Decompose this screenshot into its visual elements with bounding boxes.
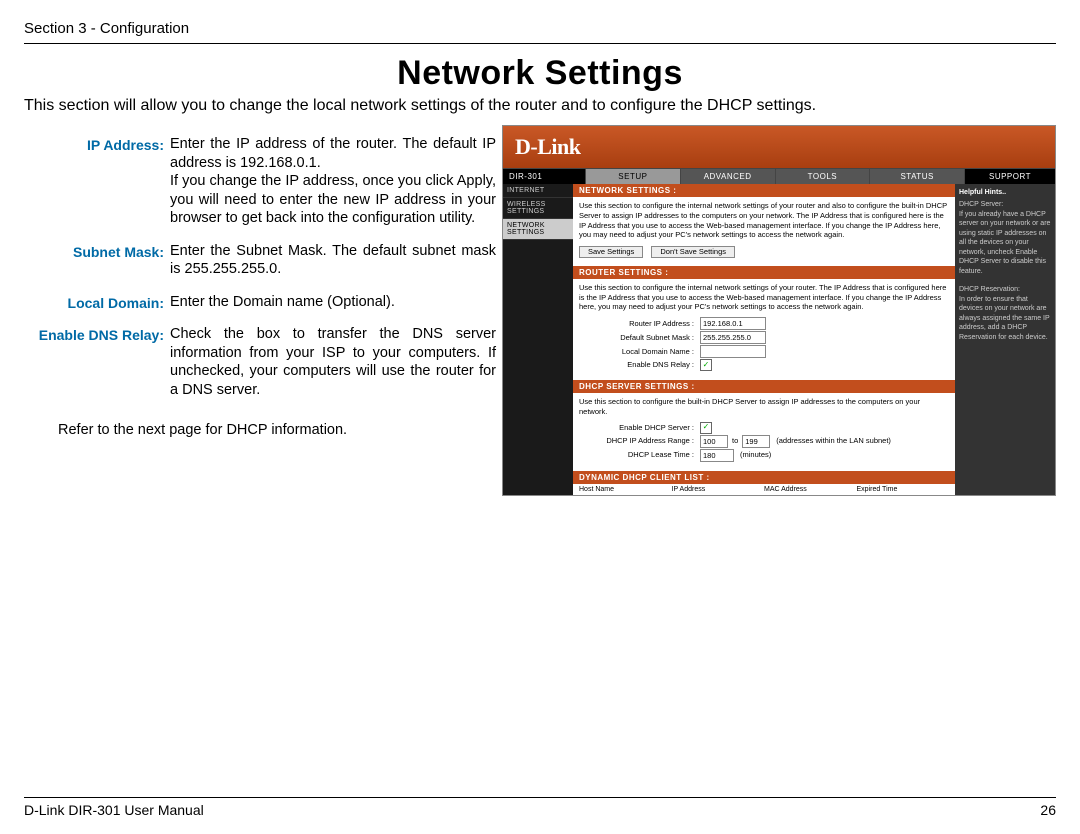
col-mac: MAC Address [764, 486, 857, 493]
range-label: DHCP IP Address Range : [579, 436, 700, 446]
tab-status[interactable]: STATUS [870, 169, 965, 184]
def-text: Enter the Subnet Mask. The default subne… [170, 242, 496, 279]
domain-label: Local Domain Name : [579, 347, 700, 357]
def-text: Enter the IP address of the router. The … [170, 135, 496, 228]
col-host: Host Name [579, 486, 672, 493]
page-title: Network Settings [0, 54, 1080, 93]
footer-left: D-Link DIR-301 User Manual [24, 802, 204, 818]
def-label: Enable DNS Relay: [34, 325, 164, 399]
hints-title: Helpful Hints.. [959, 189, 1006, 196]
router-sidebar: INTERNET WIRELESS SETTINGS NETWORK SETTI… [503, 184, 573, 495]
col-expired: Expired Time [857, 486, 950, 493]
sidebar-item-wireless[interactable]: WIRELESS SETTINGS [503, 198, 573, 219]
definitions-column: IP Address: Enter the IP address of the … [24, 125, 496, 496]
footer-rule [24, 797, 1056, 798]
router-screenshot: D-Link DIR-301 SETUP ADVANCED TOOLS STAT… [502, 125, 1056, 496]
header-rule [24, 43, 1056, 44]
mask-input[interactable]: 255.255.255.0 [700, 331, 766, 344]
section-head: ROUTER SETTINGS : [573, 266, 955, 279]
hints-body: DHCP Server: If you already have a DHCP … [959, 200, 1051, 342]
section-desc: Use this section to configure the intern… [579, 201, 949, 240]
def-label: Subnet Mask: [34, 242, 164, 279]
save-button[interactable]: Save Settings [579, 246, 643, 258]
range-note: (addresses within the LAN subnet) [770, 436, 891, 446]
refer-text: Refer to the next page for DHCP informat… [58, 422, 496, 438]
to-word: to [728, 436, 742, 446]
tab-setup[interactable]: SETUP [586, 169, 681, 184]
section-head: NETWORK SETTINGS : [573, 184, 955, 197]
section-desc: Use this section to configure the intern… [579, 283, 949, 312]
domain-input[interactable] [700, 345, 766, 358]
sidebar-item-internet[interactable]: INTERNET [503, 184, 573, 198]
def-label: Local Domain: [34, 293, 164, 312]
def-label: IP Address: [34, 135, 164, 228]
section-header: Section 3 - Configuration [0, 0, 1080, 41]
model-label: DIR-301 [503, 169, 586, 184]
range-from-input[interactable]: 100 [700, 435, 728, 448]
helpful-hints: Helpful Hints.. DHCP Server: If you alre… [955, 184, 1055, 495]
tab-advanced[interactable]: ADVANCED [681, 169, 776, 184]
router-main: NETWORK SETTINGS : Use this section to c… [573, 184, 955, 495]
tab-tools[interactable]: TOOLS [776, 169, 871, 184]
intro-text: This section will allow you to change th… [24, 97, 1056, 115]
client-list-header: Host Name IP Address MAC Address Expired… [573, 484, 955, 495]
dnsrelay-label: Enable DNS Relay : [579, 360, 700, 370]
router-tabs: DIR-301 SETUP ADVANCED TOOLS STATUS SUPP… [503, 168, 1055, 184]
dhcp-enable-checkbox[interactable]: ✓ [700, 422, 712, 434]
dhcp-enable-label: Enable DHCP Server : [579, 423, 700, 433]
ip-label: Router IP Address : [579, 319, 700, 329]
section-head: DYNAMIC DHCP CLIENT LIST : [573, 471, 955, 484]
section-desc: Use this section to configure the built-… [579, 397, 949, 417]
brand-logo: D-Link [515, 134, 580, 160]
tab-support[interactable]: SUPPORT [965, 169, 1055, 184]
def-text: Check the box to transfer the DNS server… [170, 325, 496, 399]
footer-right: 26 [1040, 802, 1056, 818]
lease-unit: (minutes) [734, 450, 771, 460]
col-ip: IP Address [672, 486, 765, 493]
lease-input[interactable]: 180 [700, 449, 734, 462]
dnsrelay-checkbox[interactable]: ✓ [700, 359, 712, 371]
section-head: DHCP SERVER SETTINGS : [573, 380, 955, 393]
ip-input[interactable]: 192.168.0.1 [700, 317, 766, 330]
sidebar-item-network[interactable]: NETWORK SETTINGS [503, 219, 573, 240]
dont-save-button[interactable]: Don't Save Settings [651, 246, 735, 258]
router-banner: D-Link [503, 126, 1055, 168]
lease-label: DHCP Lease Time : [579, 450, 700, 460]
def-text: Enter the Domain name (Optional). [170, 293, 496, 312]
mask-label: Default Subnet Mask : [579, 333, 700, 343]
range-to-input[interactable]: 199 [742, 435, 770, 448]
